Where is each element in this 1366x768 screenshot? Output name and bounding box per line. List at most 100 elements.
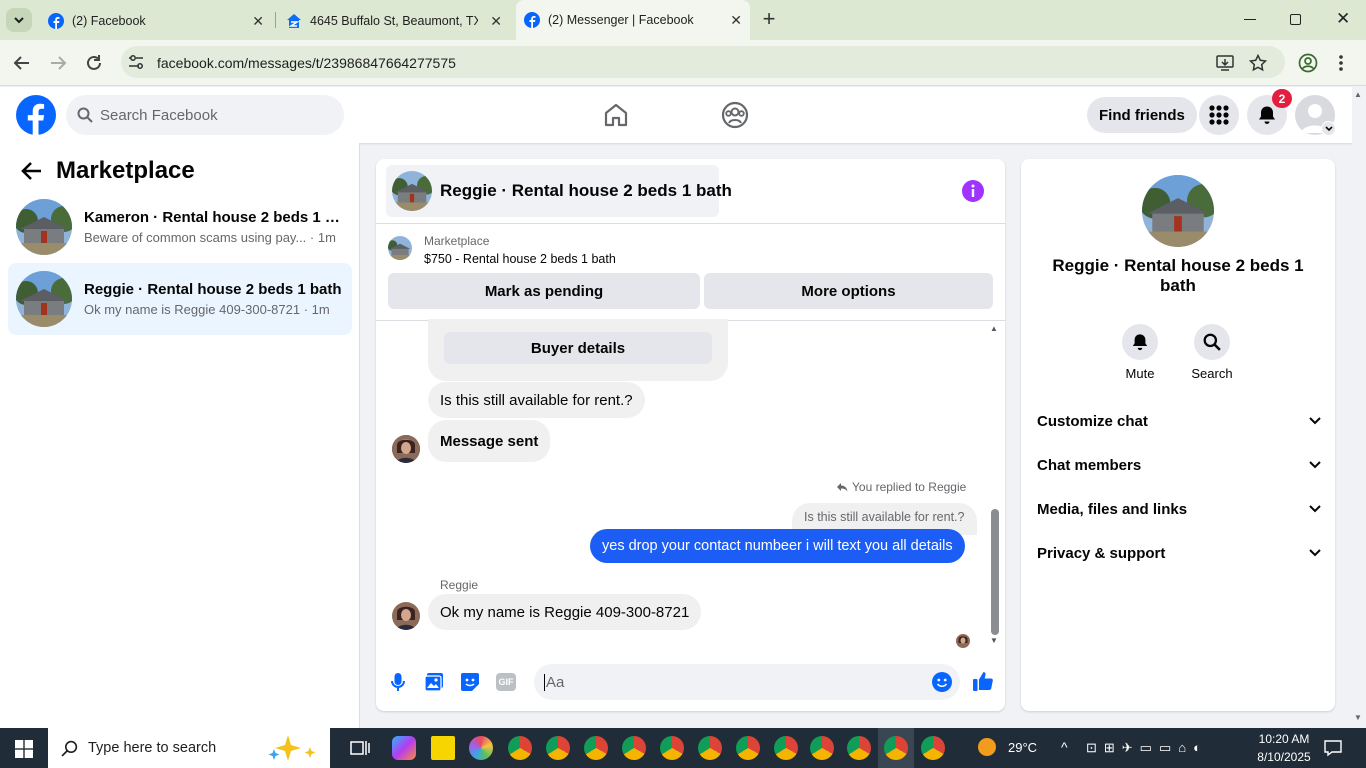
zillow-favicon-icon bbox=[287, 14, 301, 28]
section-media-files-links[interactable]: Media, files and links bbox=[1037, 494, 1321, 524]
close-tab-icon[interactable]: ✕ bbox=[490, 13, 502, 30]
browser-tab-facebook[interactable]: (2) Facebook ✕ bbox=[40, 6, 272, 36]
listing-description[interactable]: $750 - Rental house 2 beds 1 bath bbox=[424, 252, 616, 266]
chrome-profile-icon[interactable] bbox=[774, 736, 798, 760]
mark-as-pending-button[interactable]: Mark as pending bbox=[388, 273, 700, 309]
section-chat-members[interactable]: Chat members bbox=[1037, 450, 1321, 480]
chevron-down-icon bbox=[1309, 549, 1321, 557]
chrome-profile-icon[interactable] bbox=[847, 736, 871, 760]
facebook-logo-icon[interactable] bbox=[16, 95, 56, 135]
search-icon bbox=[61, 740, 78, 757]
system-tray-icons[interactable]: ⊡⊞✈▭▭⌂◐ bbox=[1086, 740, 1208, 756]
bell-icon bbox=[1259, 106, 1275, 124]
chrome-profile-icon[interactable] bbox=[660, 736, 684, 760]
chat-window: Reggie · Rental house 2 beds 1 bath Mark… bbox=[376, 159, 1005, 711]
tab-search-button[interactable] bbox=[6, 8, 32, 32]
sparkle-icon bbox=[268, 735, 316, 761]
tab-label: 4645 Buffalo St, Beaumont, TX 7 bbox=[310, 14, 478, 28]
install-app-icon[interactable] bbox=[1216, 54, 1234, 72]
chrome-profile-icon[interactable] bbox=[736, 736, 760, 760]
conversation-item-reggie[interactable]: Reggie · Rental house 2 beds 1 bath Ok m… bbox=[8, 263, 352, 335]
header-divider bbox=[376, 223, 1005, 224]
close-window-icon[interactable]: ✕ bbox=[1336, 9, 1350, 29]
chrome-profile-icon[interactable] bbox=[698, 736, 722, 760]
profile-icon[interactable] bbox=[1298, 53, 1318, 73]
browser-tab-zillow[interactable]: 4645 Buffalo St, Beaumont, TX 7 ✕ bbox=[278, 6, 510, 36]
page-scrollbar[interactable] bbox=[1352, 87, 1366, 728]
back-arrow-icon[interactable] bbox=[13, 54, 31, 72]
message-received: Message sent bbox=[428, 420, 551, 462]
microphone-icon[interactable] bbox=[390, 672, 406, 692]
scroll-up-arrow[interactable]: ▲ bbox=[1354, 90, 1362, 99]
conversation-snippet: Ok my name is Reggie 409-300-8721 · 1m bbox=[84, 302, 330, 317]
find-friends-button[interactable]: Find friends bbox=[1087, 97, 1197, 133]
sticky-notes-icon[interactable] bbox=[431, 736, 455, 760]
chrome-icon[interactable] bbox=[508, 736, 532, 760]
windows-start-icon[interactable] bbox=[15, 740, 33, 758]
gif-button[interactable]: GIF bbox=[496, 673, 516, 691]
bookmark-star-icon[interactable] bbox=[1249, 54, 1267, 72]
reload-icon[interactable] bbox=[85, 54, 103, 72]
weather-icon[interactable] bbox=[978, 738, 996, 756]
listing-thumbnail bbox=[16, 271, 72, 327]
chrome-profile-icon[interactable] bbox=[622, 736, 646, 760]
back-arrow-icon[interactable] bbox=[21, 161, 43, 181]
paint-icon[interactable] bbox=[469, 736, 493, 760]
sender-name: Reggie bbox=[440, 578, 479, 592]
clock-time[interactable]: 10:20 AM bbox=[1256, 732, 1312, 746]
more-options-button[interactable]: More options bbox=[704, 273, 993, 309]
chrome-profile-icon[interactable] bbox=[584, 736, 608, 760]
notification-center-icon[interactable] bbox=[1324, 739, 1342, 757]
chat-scroll-down-arrow[interactable]: ▼ bbox=[990, 636, 998, 645]
site-settings-icon[interactable] bbox=[128, 54, 144, 70]
conversation-item-kameron[interactable]: Kameron · Rental house 2 beds 1 b... Bew… bbox=[8, 191, 352, 263]
close-tab-icon[interactable]: ✕ bbox=[730, 12, 742, 29]
sender-avatar bbox=[392, 435, 420, 463]
chevron-down-icon bbox=[1309, 417, 1321, 425]
new-tab-button[interactable]: + bbox=[758, 8, 780, 32]
groups-icon[interactable] bbox=[721, 101, 749, 129]
section-privacy-support[interactable]: Privacy & support bbox=[1037, 538, 1321, 568]
tab-label: (2) Facebook bbox=[72, 14, 146, 28]
show-hidden-icons[interactable]: ^ bbox=[1061, 739, 1068, 755]
listing-thumbnail bbox=[16, 199, 72, 255]
info-avatar[interactable] bbox=[1142, 175, 1214, 247]
clock-date[interactable]: 8/10/2025 bbox=[1252, 750, 1316, 764]
forward-arrow-icon[interactable] bbox=[49, 54, 67, 72]
emoji-icon[interactable] bbox=[932, 672, 952, 692]
weather-temperature[interactable]: 29°C bbox=[1008, 740, 1037, 755]
account-menu-chevron[interactable] bbox=[1321, 121, 1336, 136]
chat-header-button[interactable]: Reggie · Rental house 2 beds 1 bath bbox=[386, 165, 732, 217]
restore-window-icon[interactable] bbox=[1290, 14, 1301, 25]
task-view-icon[interactable] bbox=[349, 737, 371, 759]
chrome-profile-icon[interactable] bbox=[921, 736, 945, 760]
facebook-search-input[interactable]: Search Facebook bbox=[66, 95, 344, 135]
sticker-icon[interactable] bbox=[460, 672, 480, 692]
buyer-details-button[interactable]: Buyer details bbox=[444, 332, 712, 364]
chrome-profile-icon[interactable] bbox=[546, 736, 570, 760]
menu-button[interactable] bbox=[1199, 95, 1239, 135]
mute-button[interactable]: Mute bbox=[1118, 324, 1162, 381]
listing-thumbnail[interactable] bbox=[388, 236, 412, 260]
chrome-profile-icon[interactable] bbox=[810, 736, 834, 760]
search-icon bbox=[77, 107, 93, 123]
browser-tab-messenger[interactable]: (2) Messenger | Facebook ✕ bbox=[516, 0, 750, 40]
facebook-favicon-icon bbox=[524, 12, 540, 28]
facebook-favicon-icon bbox=[48, 13, 64, 29]
chrome-profile-icon-active[interactable] bbox=[884, 736, 908, 760]
chat-scroll-up-arrow[interactable]: ▲ bbox=[990, 324, 998, 333]
copilot-icon[interactable] bbox=[392, 736, 416, 760]
scroll-down-arrow[interactable]: ▼ bbox=[1354, 713, 1362, 722]
search-conversation-button[interactable]: Search bbox=[1188, 324, 1236, 381]
info-icon[interactable] bbox=[962, 180, 984, 202]
browser-menu-icon[interactable] bbox=[1338, 54, 1344, 72]
conversation-title: Kameron · Rental house 2 beds 1 b... bbox=[84, 209, 346, 226]
section-customize-chat[interactable]: Customize chat bbox=[1037, 406, 1321, 436]
close-tab-icon[interactable]: ✕ bbox=[252, 13, 264, 30]
minimize-window-icon[interactable] bbox=[1244, 19, 1256, 20]
photo-icon[interactable] bbox=[424, 672, 444, 692]
chat-scrollbar-thumb[interactable] bbox=[991, 509, 999, 635]
home-icon[interactable] bbox=[603, 102, 629, 128]
message-input[interactable]: Aa bbox=[534, 664, 960, 700]
thumbs-up-icon[interactable] bbox=[972, 670, 994, 692]
